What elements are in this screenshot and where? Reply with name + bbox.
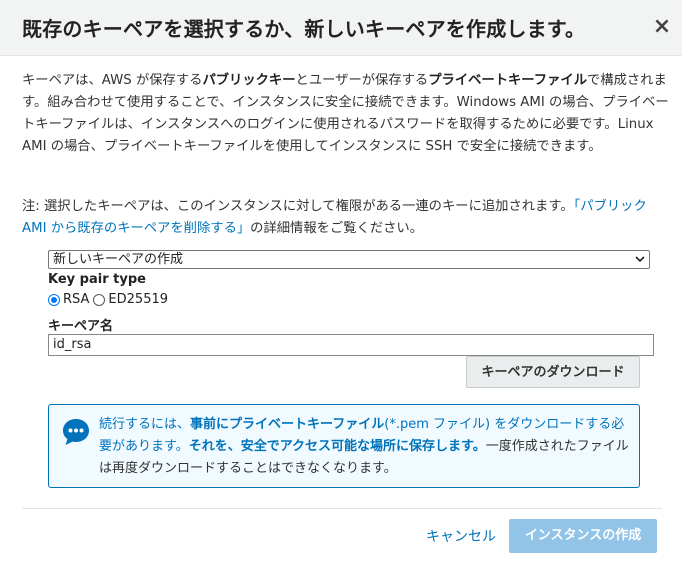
close-icon[interactable]: × xyxy=(648,12,676,42)
download-keypair-button[interactable]: キーペアのダウンロード xyxy=(466,356,640,388)
key-pair-type-label: Key pair type xyxy=(48,272,146,287)
info-text: 続行するには、事前にプライベートキーファイル(*.pem ファイル) をダウンロ… xyxy=(99,417,629,476)
launch-instance-button[interactable]: インスタンスの作成 xyxy=(509,519,657,553)
radio-rsa-label: RSA xyxy=(63,292,90,307)
radio-ed25519[interactable] xyxy=(93,293,106,306)
info-alert: 続行するには、事前にプライベートキーファイル(*.pem ファイル) をダウンロ… xyxy=(48,404,640,488)
speech-bubble-icon xyxy=(63,419,89,445)
cancel-button[interactable]: キャンセル xyxy=(426,526,496,546)
dialog-title: 既存のキーペアを選択するか、新しいキーペアを作成します。 xyxy=(22,17,586,41)
radio-rsa[interactable] xyxy=(48,293,60,306)
description: キーペアは、AWS が保存するパブリックキーとユーザーが保存するプライベートキー… xyxy=(22,73,669,154)
select-value: 新しいキーペアの作成 xyxy=(53,252,184,267)
dialog-header: 既存のキーペアを選択するか、新しいキーペアを作成します。 × xyxy=(0,0,682,56)
key-pair-name-label: キーペア名 xyxy=(48,319,114,334)
radio-ed25519-label: ED25519 xyxy=(108,292,169,307)
note: 注: 選択したキーペアは、このインスタンスに対して権限がある一連のキーに追加され… xyxy=(22,199,647,236)
chevron-down-icon xyxy=(635,256,645,263)
keypair-option-select[interactable]: 新しいキーペアの作成 xyxy=(48,250,650,269)
key-pair-type-radios: RSA ED25519 xyxy=(48,292,172,307)
footer-divider xyxy=(22,508,662,509)
key-pair-name-input[interactable]: id_rsa xyxy=(48,334,654,356)
